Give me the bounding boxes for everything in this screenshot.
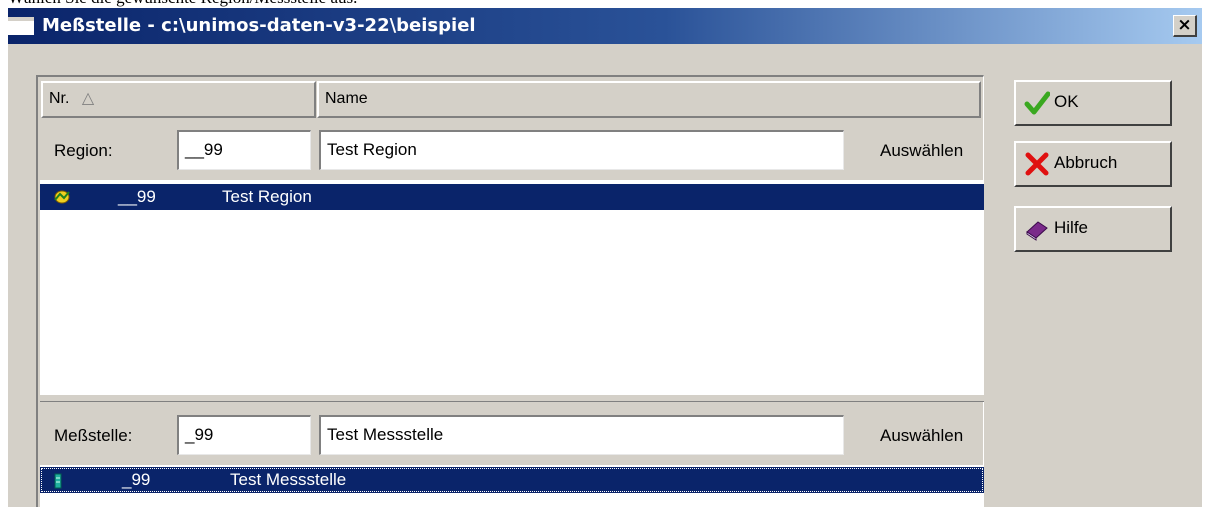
help-button[interactable]: Hilfe (1014, 206, 1172, 252)
region-list[interactable]: __99 Test Region (40, 180, 984, 394)
station-list[interactable]: _99 Test Messstelle (40, 465, 984, 507)
title-bar[interactable]: Meßstelle - c:\unimos-daten-v3-22\beispi… (8, 8, 1202, 44)
instruction-text: Wählen Sie die gewünschte Region/Messste… (8, 0, 357, 8)
window-icon (8, 17, 34, 35)
station-select-button[interactable]: Auswählen (880, 426, 963, 446)
column-header-nr-label: Nr. (49, 90, 70, 107)
station-nr-field[interactable]: _99 (177, 415, 311, 455)
region-list-item-name: Test Region (222, 187, 312, 206)
book-icon (1026, 221, 1048, 241)
station-icon (54, 473, 62, 489)
column-header-name[interactable]: Name (317, 81, 981, 118)
region-list-item[interactable]: __99 Test Region (40, 184, 984, 210)
cancel-button-label: Abbruch (1054, 153, 1118, 172)
cancel-button[interactable]: Abbruch (1014, 141, 1172, 187)
help-button-label: Hilfe (1054, 218, 1089, 237)
window-title: Meßstelle - c:\unimos-daten-v3-22\beispi… (42, 15, 476, 36)
station-select-label: Auswählen (880, 426, 964, 445)
column-header-name-label: Name (325, 90, 368, 107)
region-icon (54, 190, 70, 204)
station-list-item-nr: _99 (122, 470, 151, 489)
selection-panel: Nr. △ Name Region: __99 Test Region Ausw… (36, 75, 984, 507)
cross-icon (1025, 152, 1049, 176)
region-name-field[interactable]: Test Region (319, 130, 844, 170)
dialog-window: Meßstelle - c:\unimos-daten-v3-22\beispi… (8, 8, 1202, 507)
column-header-nr[interactable]: Nr. △ (41, 81, 316, 118)
sort-ascending-icon: △ (81, 90, 95, 107)
region-select-label: Auswählen (880, 141, 964, 160)
close-button[interactable]: × (1173, 15, 1197, 37)
panel-splitter[interactable] (40, 394, 984, 402)
region-select-button[interactable]: Auswählen (880, 141, 963, 161)
station-name-field[interactable]: Test Messstelle (319, 415, 844, 455)
station-label: Meßstelle: (54, 426, 133, 445)
station-list-item-name: Test Messstelle (230, 470, 347, 489)
region-list-item-nr: __99 (118, 187, 156, 206)
region-label: Region: (54, 141, 113, 160)
ok-button[interactable]: OK (1014, 80, 1172, 126)
checkmark-icon (1024, 91, 1050, 115)
region-nr-field[interactable]: __99 (177, 130, 311, 170)
ok-button-label: OK (1054, 92, 1079, 111)
station-list-item[interactable]: _99 Test Messstelle (40, 467, 984, 493)
close-icon: × (1177, 15, 1192, 35)
